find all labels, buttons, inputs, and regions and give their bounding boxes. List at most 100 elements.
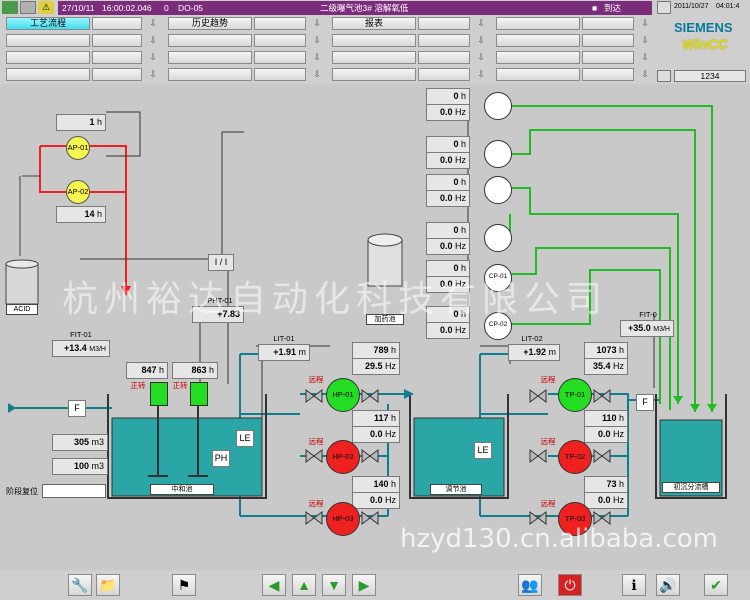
nav-blank[interactable] [168, 51, 252, 64]
fit01-tag: FIT-01 [70, 330, 92, 339]
users-icon[interactable]: 👥 [518, 574, 542, 596]
lit01-tag: LIT-01 [273, 334, 295, 343]
download-icon[interactable]: ⇩ [640, 34, 650, 46]
blower-1[interactable] [484, 92, 512, 120]
nav-report[interactable]: 报表 [332, 17, 416, 30]
tp-01-pump[interactable]: TP-01 [558, 378, 592, 412]
alarm-tag: DO-05 [178, 3, 204, 13]
speaker-icon[interactable]: 🔊 [656, 574, 680, 596]
download-icon[interactable]: ⇩ [148, 34, 158, 46]
grid-icon[interactable] [20, 1, 36, 14]
nav-blank[interactable] [92, 17, 142, 30]
download-icon[interactable]: ⇩ [148, 51, 158, 63]
switch-indicator[interactable]: I / I [208, 254, 234, 271]
nav-blank[interactable] [168, 68, 252, 81]
flow-meter-f: F [68, 400, 86, 417]
arrow-up-icon[interactable]: ▲ [292, 574, 316, 596]
download-icon[interactable]: ⇩ [476, 68, 486, 80]
nav-blank[interactable] [496, 17, 580, 30]
nav-blank[interactable] [6, 51, 90, 64]
nav-blank[interactable] [582, 17, 634, 30]
nav-blank[interactable] [332, 34, 416, 47]
nav-blank[interactable] [496, 51, 580, 64]
blower-3-hours: 0 h [426, 174, 470, 191]
nav-process-flow[interactable]: 工艺流程 [6, 17, 90, 30]
power-icon[interactable]: ⏻ [558, 574, 582, 596]
hp-03-pump[interactable]: HP-03 [326, 502, 360, 536]
blower-4[interactable] [484, 224, 512, 252]
nav-blank[interactable] [6, 34, 90, 47]
tp2-hz: 0.0 Hz [584, 426, 628, 443]
user-icon[interactable] [657, 70, 671, 82]
blower-3[interactable] [484, 176, 512, 204]
arrow-down-icon[interactable]: ▼ [322, 574, 346, 596]
flow-meter-f2: F [636, 394, 654, 411]
reset-label: 阶段复位 [6, 487, 38, 496]
nav-blank[interactable] [254, 51, 306, 64]
tp1-hz: 35.4 Hz [584, 358, 628, 375]
blower-2[interactable] [484, 140, 512, 168]
language-icon[interactable]: ⚑ [172, 574, 196, 596]
nav-blank[interactable] [496, 34, 580, 47]
blower-4-hours: 0 h [426, 222, 470, 239]
nav-blank[interactable] [332, 68, 416, 81]
mixer-1-motor[interactable] [150, 382, 168, 406]
blower-4-hz: 0.0 Hz [426, 238, 470, 255]
download-icon[interactable]: ⇩ [640, 68, 650, 80]
download-icon[interactable]: ⇩ [640, 51, 650, 63]
nav-blank[interactable] [92, 34, 142, 47]
hp-01-pump[interactable]: HP-01 [326, 378, 360, 412]
arrow-right-icon[interactable]: ▶ [352, 574, 376, 596]
nav-blank[interactable] [92, 51, 142, 64]
reset-input[interactable] [42, 484, 106, 498]
mixer-2-runtime: 863 h [172, 362, 218, 379]
download-icon[interactable]: ⇩ [476, 51, 486, 63]
nav-blank[interactable] [332, 51, 416, 64]
info-icon[interactable]: ℹ [622, 574, 646, 596]
acid-pump-1[interactable]: AP-01 [66, 136, 90, 160]
mixer-2-motor[interactable] [190, 382, 208, 406]
tools-icon[interactable]: 🔧 [68, 574, 92, 596]
download-icon[interactable]: ⇩ [312, 68, 322, 80]
nav-blank[interactable] [254, 17, 306, 30]
download-icon[interactable]: ⇩ [312, 17, 322, 29]
nav-blank[interactable] [582, 68, 634, 81]
nav-blank[interactable] [418, 17, 470, 30]
tp-02-pump[interactable]: TP-02 [558, 440, 592, 474]
download-icon[interactable]: ⇩ [640, 17, 650, 29]
warning-icon[interactable]: ⚠ [38, 1, 54, 14]
download-icon[interactable]: ⇩ [476, 17, 486, 29]
download-icon[interactable]: ⇩ [312, 34, 322, 46]
process-diagram: 1 h AP-01 AP-02 14 h ACID I / I FIT-01 +… [0, 84, 750, 570]
hp-02-pump[interactable]: HP-02 [326, 440, 360, 474]
nav-blank[interactable] [254, 34, 306, 47]
blower-1-hz: 0.0 Hz [426, 104, 470, 121]
tp2-mode: 远程 [540, 437, 556, 446]
nav-blank[interactable] [418, 51, 470, 64]
nav-blank[interactable] [6, 68, 90, 81]
download-icon[interactable]: ⇩ [148, 68, 158, 80]
download-icon[interactable]: ⇩ [148, 17, 158, 29]
nav-blank[interactable] [418, 34, 470, 47]
tp1-mode: 远程 [540, 375, 556, 384]
download-icon[interactable]: ⇩ [476, 34, 486, 46]
arrow-left-icon[interactable]: ◀ [262, 574, 286, 596]
nav-blank[interactable] [582, 34, 634, 47]
nav-history-trend[interactable]: 历史趋势 [168, 17, 252, 30]
download-icon[interactable]: ⇩ [312, 51, 322, 63]
ap-runtime-2: 14 h [56, 206, 106, 223]
nav-blank[interactable] [168, 34, 252, 47]
folder-icon[interactable]: 📁 [96, 574, 120, 596]
nav-blank[interactable] [582, 51, 634, 64]
calendar-icon [657, 1, 671, 14]
nav-blank[interactable] [496, 68, 580, 81]
watermark-company: 杭州裕达自动化科技有限公司 [62, 279, 609, 320]
alarm-bar[interactable]: 27/10/11 16:00:02.046 0 DO-05 二级曝气池3# 溶解… [58, 1, 652, 15]
nav-blank[interactable] [92, 68, 142, 81]
acknowledge-icon[interactable]: ✔ [704, 574, 728, 596]
nav-blank[interactable] [418, 68, 470, 81]
acid-pump-2[interactable]: AP-02 [66, 180, 90, 204]
user-field[interactable]: 1234 [674, 70, 746, 82]
blower-2-hz: 0.0 Hz [426, 152, 470, 169]
nav-blank[interactable] [254, 68, 306, 81]
